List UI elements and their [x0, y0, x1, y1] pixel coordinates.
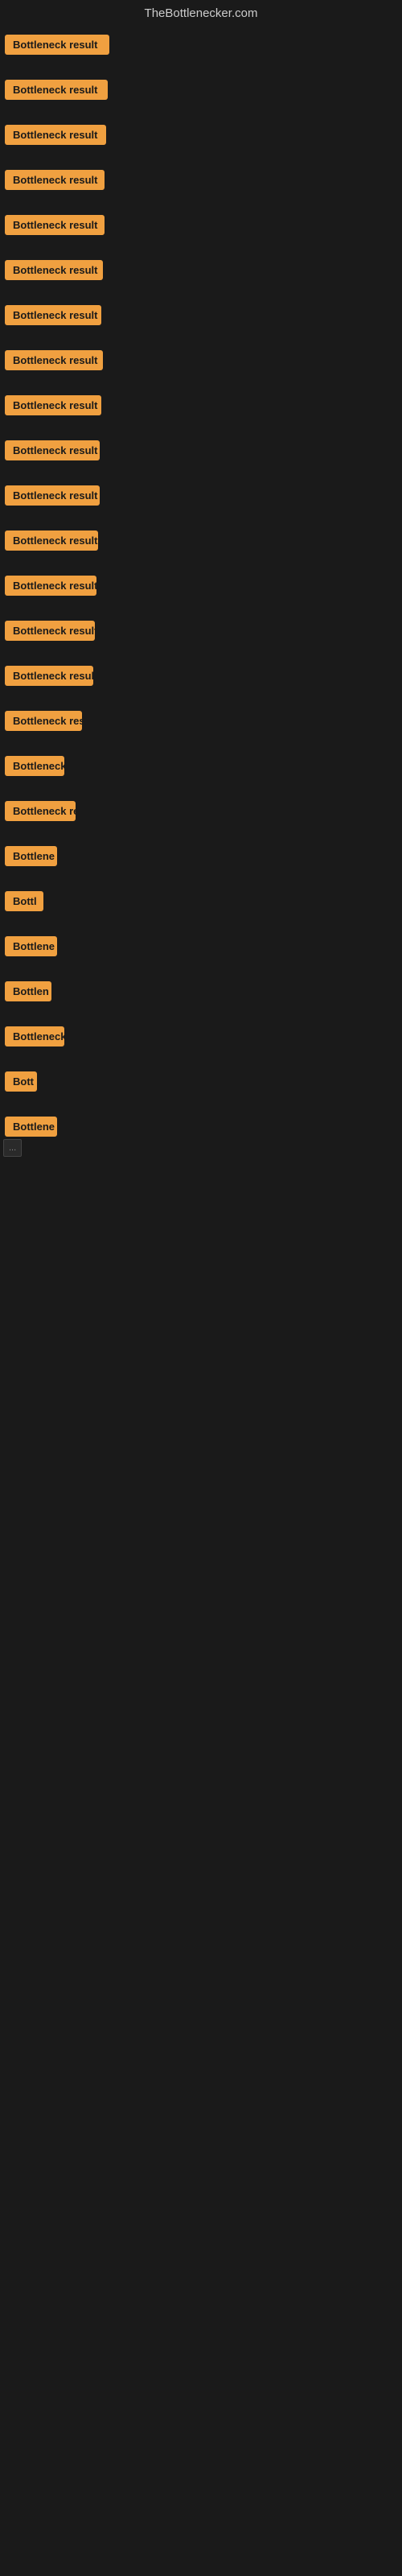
bottleneck-label-17[interactable]: Bottleneck [5, 756, 64, 776]
bottleneck-item-18: Bottleneck re [5, 796, 397, 841]
bottleneck-item-17: Bottleneck [5, 751, 397, 796]
bottleneck-item-13: Bottleneck result [5, 571, 397, 616]
bottleneck-item-11: Bottleneck result [5, 481, 397, 526]
bottleneck-item-2: Bottleneck result [5, 75, 397, 120]
bottleneck-label-2[interactable]: Bottleneck result [5, 80, 108, 100]
bottleneck-label-22[interactable]: Bottlen [5, 981, 51, 1001]
bottleneck-item-15: Bottleneck result [5, 661, 397, 706]
bottleneck-item-8: Bottleneck result [5, 345, 397, 390]
bottleneck-label-12[interactable]: Bottleneck result [5, 530, 98, 551]
bottleneck-label-21[interactable]: Bottlene [5, 936, 57, 956]
bottleneck-label-25[interactable]: Bottlene [5, 1117, 57, 1137]
bottleneck-label-24[interactable]: Bott [5, 1071, 37, 1092]
site-title: TheBottlenecker.com [145, 6, 258, 20]
bottleneck-label-6[interactable]: Bottleneck result [5, 260, 103, 280]
bottleneck-item-1: Bottleneck result [5, 30, 397, 75]
bottleneck-label-15[interactable]: Bottleneck result [5, 666, 93, 686]
bottleneck-item-23: Bottleneck [5, 1022, 397, 1067]
bottleneck-item-10: Bottleneck result [5, 436, 397, 481]
bottleneck-label-5[interactable]: Bottleneck result [5, 215, 105, 235]
bottleneck-label-19[interactable]: Bottlene [5, 846, 57, 866]
bottleneck-label-1[interactable]: Bottleneck result [5, 35, 109, 55]
bottleneck-item-16: Bottleneck res [5, 706, 397, 751]
bottleneck-item-4: Bottleneck result [5, 165, 397, 210]
bottleneck-label-9[interactable]: Bottleneck result [5, 395, 101, 415]
bottleneck-item-5: Bottleneck result [5, 210, 397, 255]
bottleneck-item-22: Bottlen [5, 976, 397, 1022]
bottleneck-label-18[interactable]: Bottleneck re [5, 801, 76, 821]
bottleneck-list: Bottleneck result Bottleneck result Bottle… [0, 30, 402, 1157]
bottleneck-label-10[interactable]: Bottleneck result [5, 440, 100, 460]
bottleneck-item-6: Bottleneck result [5, 255, 397, 300]
dots-indicator: ... [3, 1139, 22, 1157]
bottleneck-label-23[interactable]: Bottleneck [5, 1026, 64, 1046]
bottleneck-label-8[interactable]: Bottleneck result [5, 350, 103, 370]
bottleneck-label-16[interactable]: Bottleneck res [5, 711, 82, 731]
bottleneck-item-9: Bottleneck result [5, 390, 397, 436]
bottleneck-item-12: Bottleneck result [5, 526, 397, 571]
bottleneck-item-7: Bottleneck result [5, 300, 397, 345]
bottleneck-item-25: Bottlene [5, 1112, 397, 1157]
bottleneck-item-21: Bottlene [5, 931, 397, 976]
bottleneck-label-14[interactable]: Bottleneck result [5, 621, 95, 641]
bottleneck-label-4[interactable]: Bottleneck result [5, 170, 105, 190]
bottleneck-label-7[interactable]: Bottleneck result [5, 305, 101, 325]
bottom-section: ... [0, 1173, 402, 1817]
bottleneck-label-20[interactable]: Bottl [5, 891, 43, 911]
bottleneck-item-20: Bottl [5, 886, 397, 931]
bottleneck-item-14: Bottleneck result [5, 616, 397, 661]
bottleneck-item-19: Bottlene [5, 841, 397, 886]
bottleneck-label-13[interactable]: Bottleneck result [5, 576, 96, 596]
bottleneck-label-11[interactable]: Bottleneck result [5, 485, 100, 506]
bottleneck-item-24: Bott [5, 1067, 397, 1112]
bottleneck-item-3: Bottleneck result [5, 120, 397, 165]
bottleneck-label-3[interactable]: Bottleneck result [5, 125, 106, 145]
site-header: TheBottlenecker.com [0, 0, 402, 30]
